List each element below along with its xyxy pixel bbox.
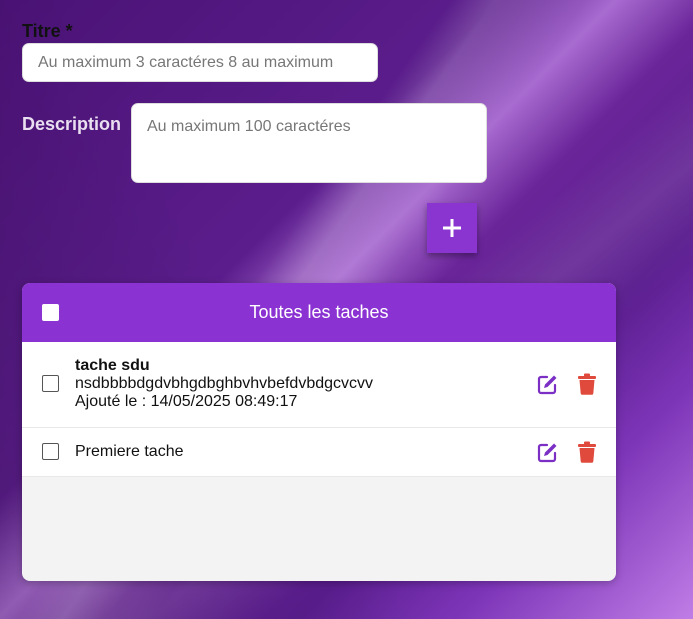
description-textarea[interactable]	[131, 103, 487, 183]
trash-icon	[578, 441, 596, 463]
title-input[interactable]	[22, 43, 378, 82]
trash-icon	[578, 373, 596, 395]
task-description: nsdbbbbdgdvbhgdbghbvhvbefdvbdgcvcvv	[75, 375, 374, 392]
description-label: Description	[22, 114, 122, 134]
delete-task-button[interactable]	[576, 441, 598, 463]
task-item: tache sdu nsdbbbbdgdvbhgdbghbvhvbefdvbdg…	[22, 342, 616, 428]
task-list-title: Toutes les taches	[249, 302, 389, 322]
edit-icon	[537, 443, 557, 463]
task-checkbox[interactable]	[42, 443, 59, 460]
task-title: Premiere tache	[75, 443, 184, 460]
title-label: Titre *	[22, 21, 73, 41]
task-date: Ajouté le : 14/05/2025 08:49:17	[75, 393, 298, 410]
add-task-button[interactable]	[427, 203, 477, 253]
edit-task-button[interactable]	[537, 373, 559, 395]
task-checkbox[interactable]	[42, 375, 59, 392]
select-all-checkbox[interactable]	[42, 304, 59, 321]
edit-task-button[interactable]	[537, 441, 559, 463]
task-list-header: Toutes les taches	[22, 283, 616, 342]
plus-icon	[443, 219, 461, 237]
edit-icon	[537, 375, 557, 395]
task-content: tache sdu nsdbbbbdgdvbhgdbghbvhvbefdvbdg…	[75, 357, 373, 411]
task-title: tache sdu	[75, 357, 150, 374]
task-list-panel: Toutes les taches tache sdu nsdbbbbdgdvb…	[22, 283, 616, 581]
delete-task-button[interactable]	[576, 373, 598, 395]
task-item: Premiere tache	[22, 428, 616, 477]
